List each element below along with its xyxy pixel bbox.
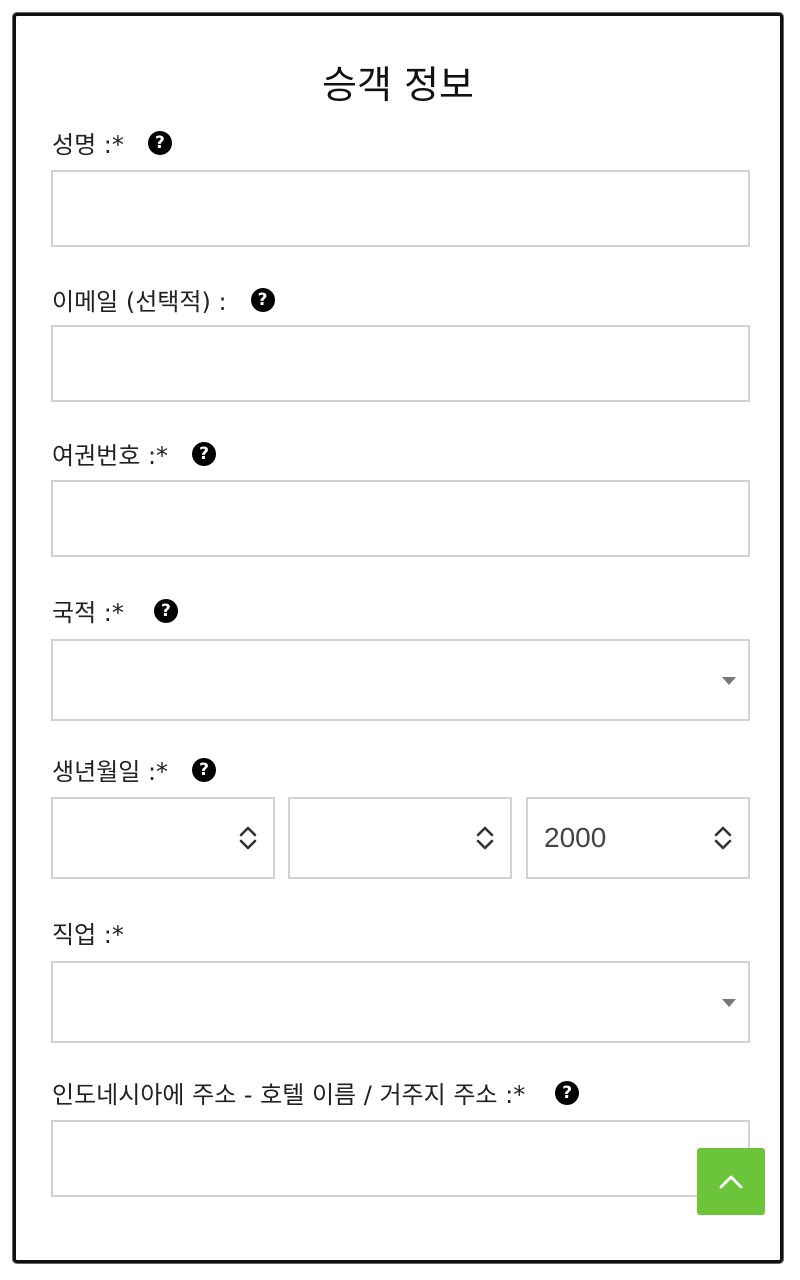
- nationality-label: 국적 :* ?: [52, 593, 178, 628]
- form-card: 승객 정보 성명 :* ? 이메일 (선택적) : ? 여권번호 :* ? 국적…: [13, 13, 783, 1263]
- passport-label: 여권번호 :* ?: [52, 436, 217, 471]
- nationality-select[interactable]: [51, 639, 750, 721]
- birth-day-select[interactable]: [51, 797, 275, 879]
- full-name-input[interactable]: [51, 170, 750, 247]
- question-circle-icon[interactable]: ?: [192, 757, 217, 782]
- page-title: 승객 정보: [322, 63, 474, 107]
- caret-down-icon: [722, 677, 736, 685]
- caret-down-icon: [722, 999, 736, 1007]
- chevron-up-down-icon: [714, 826, 732, 850]
- address-label: 인도네시아에 주소 - 호텔 이름 / 거주지 주소 :* ?: [52, 1075, 580, 1110]
- question-circle-icon[interactable]: ?: [250, 287, 275, 312]
- occupation-label: 직업 :*: [52, 915, 124, 950]
- question-circle-icon[interactable]: ?: [147, 130, 172, 155]
- email-label-text: 이메일 (선택적) :: [52, 288, 227, 316]
- passport-label-text: 여권번호 :*: [52, 442, 169, 470]
- chevron-up-down-icon: [476, 826, 494, 850]
- birth-date-label: 생년월일 :* ?: [52, 752, 217, 787]
- passport-input[interactable]: [51, 480, 750, 557]
- email-label: 이메일 (선택적) : ?: [52, 282, 275, 317]
- question-circle-icon[interactable]: ?: [192, 441, 217, 466]
- address-input[interactable]: [51, 1120, 750, 1197]
- birth-month-select[interactable]: [288, 797, 512, 879]
- birth-date-label-text: 생년월일 :*: [52, 758, 169, 786]
- chevron-up-down-icon: [239, 826, 257, 850]
- chevron-up-icon: [719, 1175, 743, 1188]
- question-circle-icon[interactable]: ?: [153, 598, 178, 623]
- question-circle-icon[interactable]: ?: [555, 1080, 580, 1105]
- full-name-label: 성명 :* ?: [52, 125, 172, 160]
- birth-year-value: 2000: [544, 822, 607, 853]
- full-name-label-text: 성명 :*: [52, 131, 124, 159]
- email-input[interactable]: [51, 325, 750, 402]
- birth-year-select[interactable]: 2000: [526, 797, 750, 879]
- address-label-text: 인도네시아에 주소 - 호텔 이름 / 거주지 주소 :*: [52, 1081, 526, 1109]
- occupation-select[interactable]: [51, 961, 750, 1043]
- nationality-label-text: 국적 :*: [52, 599, 124, 627]
- scroll-top-button[interactable]: [697, 1148, 765, 1215]
- occupation-label-text: 직업 :*: [52, 921, 124, 949]
